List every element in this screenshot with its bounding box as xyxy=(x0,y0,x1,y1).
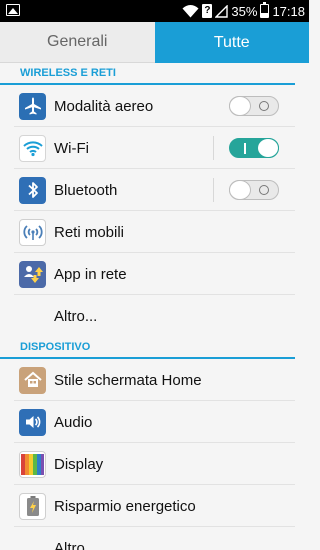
home-style-label: Stile schermata Home xyxy=(54,371,202,389)
status-bar: ? 35% 17:18 xyxy=(0,0,309,22)
airplane-mode-toggle[interactable] xyxy=(229,96,279,116)
image-notification-icon xyxy=(6,4,20,16)
display-icon xyxy=(19,450,46,478)
setting-more-device[interactable]: Altro xyxy=(0,527,309,550)
setting-mobile-networks[interactable]: Reti mobili xyxy=(0,211,309,253)
battery-icon xyxy=(260,2,270,18)
home-style-icon xyxy=(19,366,46,394)
notification-badge-icon: ? xyxy=(202,4,213,18)
power-saving-label: Risparmio energetico xyxy=(54,497,196,515)
section-header-device: DISPOSITIVO xyxy=(0,337,295,359)
bluetooth-label: Bluetooth xyxy=(54,181,118,199)
tab-general[interactable]: Generali xyxy=(0,22,155,63)
more-wireless-label: Altro... xyxy=(54,307,98,325)
settings-tabs: Generali Tutte xyxy=(0,22,309,63)
setting-tethering[interactable]: App in rete xyxy=(0,253,309,295)
tab-all[interactable]: Tutte xyxy=(154,22,309,63)
bluetooth-toggle[interactable] xyxy=(229,180,279,200)
tab-general-label: Generali xyxy=(47,33,108,50)
bluetooth-icon xyxy=(19,176,46,204)
wifi-icon xyxy=(19,134,46,162)
more-device-label: Altro xyxy=(54,539,85,550)
wifi-toggle[interactable] xyxy=(229,138,279,158)
tab-all-label: Tutte xyxy=(213,33,250,51)
audio-label: Audio xyxy=(54,413,93,431)
mobile-network-icon xyxy=(19,218,46,246)
display-label: Display xyxy=(54,455,104,473)
wifi-status-icon xyxy=(182,4,199,17)
battery-saver-icon xyxy=(19,492,46,520)
setting-airplane-mode[interactable]: Modalità aereo xyxy=(0,85,309,127)
tethering-icon xyxy=(19,260,46,288)
setting-home-style[interactable]: Stile schermata Home xyxy=(0,359,309,401)
setting-power-saving[interactable]: Risparmio energetico xyxy=(0,485,309,527)
section-header-wireless: WIRELESS E RETI xyxy=(0,63,295,85)
setting-more-wireless[interactable]: Altro... xyxy=(0,295,309,337)
airplane-mode-label: Modalità aereo xyxy=(54,97,154,115)
divider xyxy=(213,136,214,160)
setting-audio[interactable]: Audio xyxy=(0,401,309,443)
setting-wifi[interactable]: Wi-Fi xyxy=(0,127,309,169)
wifi-label: Wi-Fi xyxy=(54,139,89,157)
status-icons: ? 35% 17:18 xyxy=(182,0,305,22)
settings-list: WIRELESS E RETI Modalità aereo Wi-Fi Blu… xyxy=(0,63,309,550)
signal-icon xyxy=(215,4,229,18)
tethering-label: App in rete xyxy=(54,265,127,283)
clock: 17:18 xyxy=(272,3,305,19)
setting-bluetooth[interactable]: Bluetooth xyxy=(0,169,309,211)
setting-display[interactable]: Display xyxy=(0,443,309,485)
mobile-networks-label: Reti mobili xyxy=(54,223,125,241)
audio-icon xyxy=(19,408,46,436)
battery-percent: 35% xyxy=(231,3,258,19)
airplane-icon xyxy=(19,92,46,120)
divider xyxy=(213,178,214,202)
